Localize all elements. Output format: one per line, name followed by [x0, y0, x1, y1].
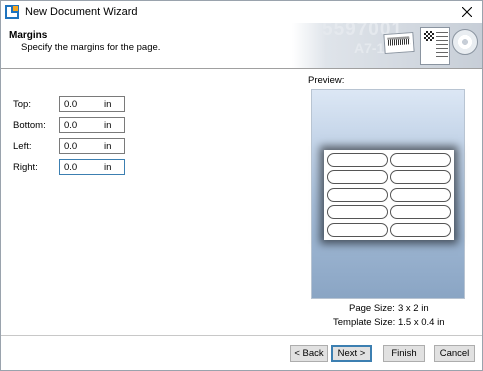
wizard-header: 5597001 A7-116 Margins Specify the margi…	[1, 23, 482, 68]
back-button[interactable]: < Back	[290, 345, 328, 362]
preview-label: Preview:	[308, 75, 345, 86]
preview-label-cell	[390, 205, 452, 219]
preview-label-cell	[326, 170, 388, 184]
bottom-margin-value[interactable]: 0.0	[64, 120, 77, 131]
preview-label-cell	[390, 152, 452, 167]
wizard-window: New Document Wizard 5597001 A7-116 Margi…	[0, 0, 483, 371]
template-size-label: Template Size:	[333, 317, 396, 328]
preview-page	[324, 150, 454, 240]
qr-label-icon	[420, 27, 450, 65]
header-banner-image: 5597001 A7-116	[292, 23, 482, 68]
preview-label-cell	[326, 187, 388, 202]
page-size-value: 3 x 2 in	[398, 303, 429, 314]
preview-label-cell	[326, 205, 388, 219]
right-margin-value[interactable]: 0.0	[64, 162, 77, 173]
top-margin-label: Top:	[13, 99, 31, 110]
title-bar: New Document Wizard	[1, 1, 482, 23]
window-title: New Document Wizard	[25, 6, 138, 18]
close-icon	[462, 7, 472, 17]
top-margin-unit: in	[104, 99, 112, 110]
disc-icon	[452, 29, 478, 55]
preview-label-cell	[390, 170, 452, 184]
footer-divider	[1, 335, 482, 336]
preview-label-cell	[390, 222, 452, 237]
bottom-margin-field[interactable]: 0.0 in	[59, 117, 125, 133]
page-size-label: Page Size:	[349, 303, 395, 314]
preview-label-cell	[326, 222, 388, 237]
left-margin-unit: in	[104, 141, 112, 152]
left-margin-field[interactable]: 0.0 in	[59, 138, 125, 154]
preview-pane	[311, 89, 465, 299]
right-margin-label: Right:	[13, 162, 38, 173]
right-margin-field[interactable]: 0.0 in	[59, 159, 125, 175]
step-title: Margins	[9, 30, 48, 41]
close-button[interactable]	[454, 2, 480, 22]
cancel-button[interactable]: Cancel	[434, 345, 475, 362]
template-size-value: 1.5 x 0.4 in	[398, 317, 445, 328]
bottom-margin-label: Bottom:	[13, 120, 46, 131]
right-margin-unit: in	[104, 162, 112, 173]
header-divider	[1, 68, 482, 69]
top-margin-value[interactable]: 0.0	[64, 99, 77, 110]
step-subtitle: Specify the margins for the page.	[21, 42, 161, 53]
barcode-label-icon	[383, 31, 415, 55]
top-margin-field[interactable]: 0.0 in	[59, 96, 125, 112]
bottom-margin-unit: in	[104, 120, 112, 131]
preview-label-cell	[326, 152, 388, 167]
left-margin-value[interactable]: 0.0	[64, 141, 77, 152]
app-icon	[5, 5, 19, 19]
preview-label-cell	[390, 187, 452, 202]
left-margin-label: Left:	[13, 141, 32, 152]
finish-button[interactable]: Finish	[383, 345, 425, 362]
next-button[interactable]: Next >	[331, 345, 372, 362]
